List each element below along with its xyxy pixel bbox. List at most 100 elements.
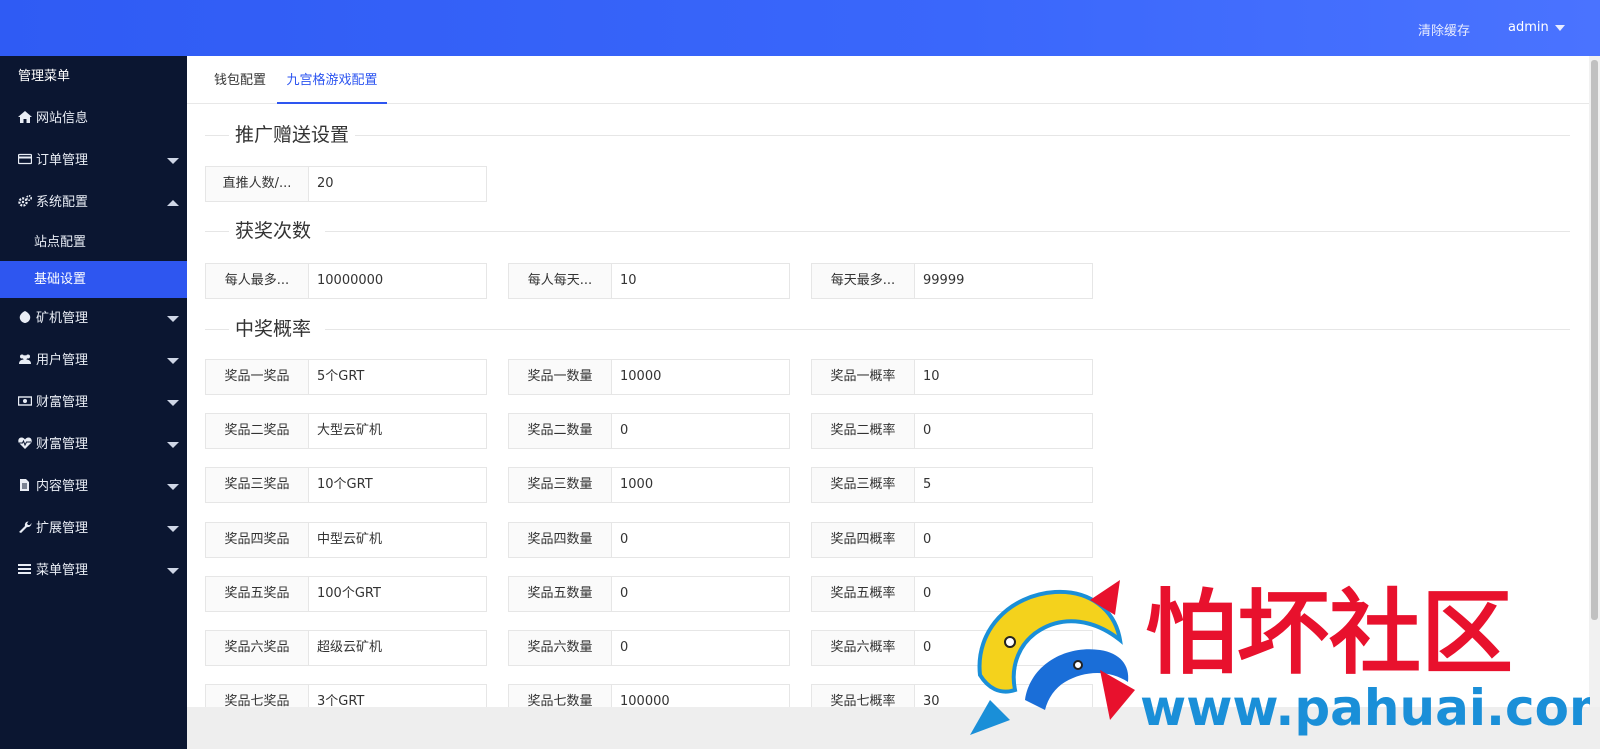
sidebar-subitem-site-config[interactable]: 站点配置 [0, 224, 187, 261]
field-input[interactable] [317, 685, 482, 707]
sidebar-item-orders[interactable]: 订单管理 [0, 140, 187, 182]
divider [325, 231, 1570, 232]
sidebar-item-label: 网站信息 [36, 111, 89, 126]
tab-bar: 钱包配置 九宫格游戏配置 [187, 56, 1589, 104]
top-header: 清除缓存 admin [0, 0, 1600, 56]
form-field: 奖品六数量 [508, 630, 790, 666]
field-label: 奖品四数量 [509, 523, 612, 557]
form-field: 奖品二数量 [508, 413, 790, 449]
sidebar-item-wealth-2[interactable]: 财富管理 [0, 424, 187, 466]
field-input[interactable] [923, 414, 1088, 448]
field-input[interactable] [317, 577, 482, 611]
sidebar-item-label: 菜单管理 [36, 563, 89, 578]
section-heading: 中奖概率 [235, 318, 312, 340]
field-input[interactable] [317, 414, 482, 448]
field-input[interactable] [620, 264, 785, 298]
field-label: 奖品三概率 [812, 468, 915, 502]
home-icon [18, 111, 32, 123]
tab-wallet-config[interactable]: 钱包配置 [201, 56, 279, 104]
field-input[interactable] [317, 167, 482, 201]
sidebar-item-menus[interactable]: 菜单管理 [0, 550, 187, 592]
field-input[interactable] [620, 360, 785, 394]
form-field: 每人最多... [205, 263, 487, 299]
bars-icon [18, 564, 31, 574]
section-title-wins: 获奖次数 [205, 219, 1570, 243]
field-label: 奖品六数量 [509, 631, 612, 665]
sidebar-item-wealth[interactable]: 财富管理 [0, 382, 187, 424]
field-input[interactable] [620, 631, 785, 665]
section-heading: 推广赠送设置 [235, 124, 350, 146]
field-label: 奖品一概率 [812, 360, 915, 394]
sidebar-item-label: 订单管理 [36, 153, 89, 168]
field-label: 奖品五概率 [812, 577, 915, 611]
field-input[interactable] [923, 264, 1088, 298]
form-field: 奖品二概率 [811, 413, 1093, 449]
field-input[interactable] [620, 685, 785, 707]
form-field: 每天最多... [811, 263, 1093, 299]
chevron-up-icon [167, 200, 179, 206]
user-name: admin [1508, 20, 1549, 35]
divider [205, 135, 229, 136]
form-field: 奖品二奖品 [205, 413, 487, 449]
field-label: 奖品五数量 [509, 577, 612, 611]
chevron-down-icon [167, 158, 179, 164]
sidebar-item-system-config[interactable]: 系统配置 [0, 182, 187, 224]
vertical-scrollbar[interactable] [1589, 56, 1600, 707]
clear-cache-link[interactable]: 清除缓存 [1418, 20, 1470, 39]
field-label: 奖品三数量 [509, 468, 612, 502]
tab-grid-game-config[interactable]: 九宫格游戏配置 [277, 56, 387, 104]
field-label: 奖品三奖品 [206, 468, 309, 502]
sidebar-item-content[interactable]: 内容管理 [0, 466, 187, 508]
field-label: 每人最多... [206, 264, 309, 298]
field-input[interactable] [317, 468, 482, 502]
form-field: 奖品七数量 [508, 684, 790, 707]
form-field: 奖品一概率 [811, 359, 1093, 395]
field-input[interactable] [620, 577, 785, 611]
field-input[interactable] [317, 264, 482, 298]
field-label: 奖品一奖品 [206, 360, 309, 394]
fish-logo-icon [970, 580, 1135, 735]
field-label: 奖品五奖品 [206, 577, 309, 611]
field-input[interactable] [620, 523, 785, 557]
chevron-down-icon [167, 358, 179, 364]
user-menu[interactable]: admin [1508, 20, 1565, 35]
field-input[interactable] [620, 468, 785, 502]
sidebar-item-site-info[interactable]: 网站信息 [0, 98, 187, 140]
field-input[interactable] [923, 523, 1088, 557]
chevron-down-icon [167, 316, 179, 322]
rebel-icon [19, 311, 31, 323]
field-label: 奖品七数量 [509, 685, 612, 707]
field-label: 每人每天... [509, 264, 612, 298]
sidebar-item-label: 财富管理 [36, 437, 89, 452]
sidebar-item-miner[interactable]: 矿机管理 [0, 298, 187, 340]
watermark-logo: 怕坏社区 www.pahuai.com [970, 580, 1590, 737]
form-field: 奖品四数量 [508, 522, 790, 558]
sidebar-item-label: 内容管理 [36, 479, 89, 494]
sidebar-title: 管理菜单 [18, 69, 71, 84]
watermark-name: 怕坏社区 [1145, 580, 1513, 687]
sidebar-subitem-basic-settings[interactable]: 基础设置 [0, 261, 187, 298]
form-field: 奖品三数量 [508, 467, 790, 503]
field-input[interactable] [923, 468, 1088, 502]
field-input[interactable] [923, 360, 1088, 394]
divider [205, 329, 229, 330]
field-input[interactable] [317, 523, 482, 557]
sidebar-item-extensions[interactable]: 扩展管理 [0, 508, 187, 550]
form-field: 奖品一奖品 [205, 359, 487, 395]
sidebar-item-label: 矿机管理 [36, 311, 89, 326]
sidebar-item-label: 系统配置 [36, 195, 89, 210]
divider [205, 231, 229, 232]
form-field: 奖品四概率 [811, 522, 1093, 558]
sidebar-item-label: 扩展管理 [36, 521, 89, 536]
field-label: 每天最多... [812, 264, 915, 298]
sidebar-item-label: 财富管理 [36, 395, 89, 410]
scrollbar-thumb[interactable] [1591, 60, 1598, 620]
sidebar-item-users[interactable]: 用户管理 [0, 340, 187, 382]
field-input[interactable] [620, 414, 785, 448]
form-field: 奖品三概率 [811, 467, 1093, 503]
form-field: 每人每天... [508, 263, 790, 299]
divider [325, 329, 1570, 330]
money-icon [18, 396, 32, 406]
field-input[interactable] [317, 360, 482, 394]
field-input[interactable] [317, 631, 482, 665]
